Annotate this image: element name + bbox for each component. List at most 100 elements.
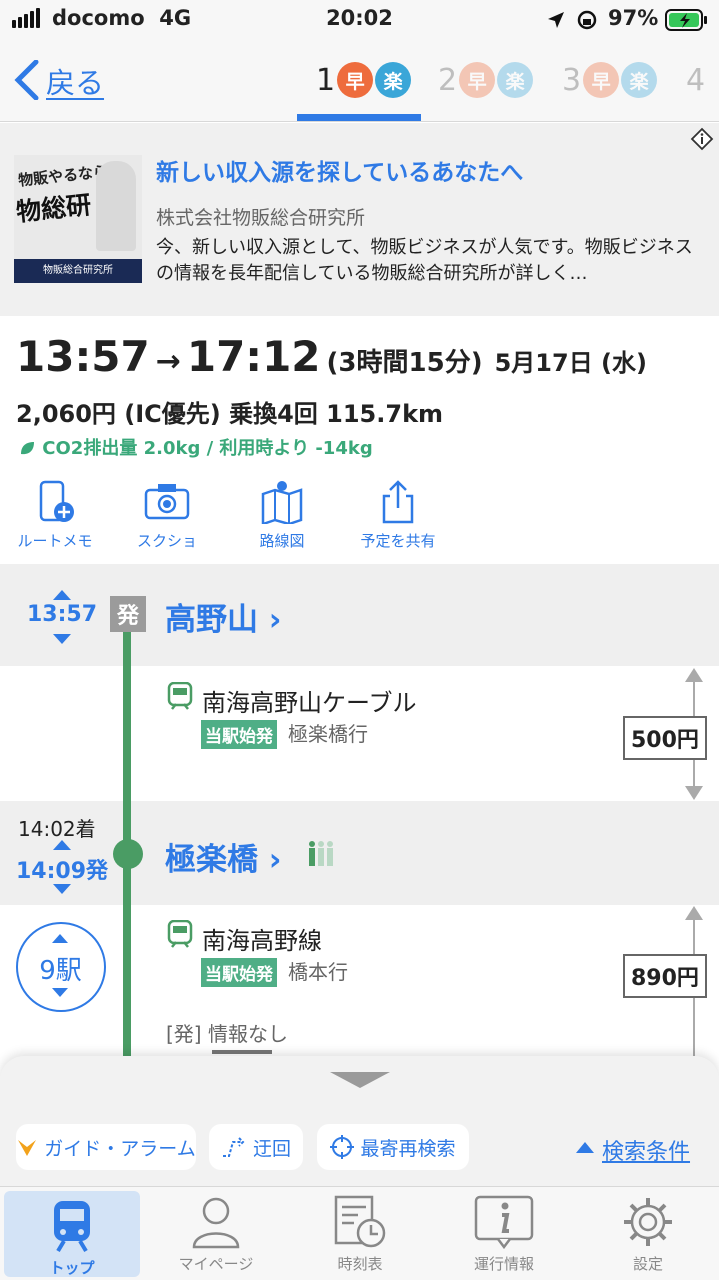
departure-time[interactable]: 14:09発 [12,853,112,885]
origin-tag: 当駅始発 [201,958,277,987]
departure-info: [発] 情報なし [166,1022,288,1046]
earlier-arrow-icon[interactable] [53,590,71,600]
expand-down-icon [52,988,68,997]
route-memo-button[interactable]: ルートメモ [0,480,110,551]
expand-up-icon [52,934,68,943]
timetable-icon [334,1195,386,1248]
fare-summary: 2,060円 (IC優先) 乗換4回 115.7km [16,400,444,428]
fare-range-bottom-icon [685,786,703,800]
tab-bar: トップ マイページ 時刻表 運行情報 設定 [0,1186,719,1280]
fast-badge: 早 [459,62,496,98]
share-schedule-button[interactable]: 予定を共有 [343,480,453,551]
rotation-lock-icon [577,10,597,30]
route-tab-number: 4 [686,62,706,98]
gear-icon [624,1198,672,1246]
route-tab-2[interactable]: 2 早 楽 [438,60,534,100]
back-chevron-icon[interactable] [14,60,40,100]
search-conditions-link[interactable]: 検索条件 [602,1134,690,1166]
route-tab-1[interactable]: 1 早 楽 [316,60,412,100]
fast-badge: 早 [337,62,374,98]
camera-icon [144,484,190,520]
ad-info-icon[interactable] [690,127,714,151]
ad-banner[interactable]: 物販やるなら 物総研 物販総合研究所 新しい収入源を探しているあなたへ 株式会社… [0,123,719,316]
tab-timetable[interactable]: 時刻表 [288,1187,432,1280]
later-arrow-icon[interactable] [53,884,71,894]
destination: 橋本行 [288,960,348,984]
guide-alarm-button[interactable]: ガイド・アラーム [16,1124,196,1170]
train-name[interactable]: 南海高野山ケーブル [202,683,417,718]
detour-button[interactable]: 迂回 [209,1124,303,1170]
ad-image-text: 物総研 [14,190,93,227]
platform-position-icon[interactable] [307,840,335,868]
route-tab-number: 2 [438,62,458,98]
easy-badge: 楽 [621,62,658,98]
easy-badge: 楽 [497,62,534,98]
co2-summary: CO2排出量 2.0kg / 利用時より -14kg [18,434,373,460]
battery-icon [665,9,707,31]
sheet-handle-icon[interactable] [330,1072,390,1090]
fare-box: 500円 [623,716,707,760]
leg-row-koya-line[interactable] [0,905,719,1056]
location-icon [548,12,564,28]
route-line [123,610,131,1060]
time-summary: 13:57 → 17:12 (3時間15分) 5月17日 (水) [16,332,647,381]
person-icon [192,1197,240,1249]
easy-badge: 楽 [375,62,412,98]
stop-time[interactable]: 13:57 [12,602,112,627]
train-icon [167,920,193,948]
origin-tag: 当駅始発 [201,720,277,749]
tab-mypage[interactable]: マイページ [144,1187,288,1280]
transfer-dot [113,839,143,869]
route-map-button[interactable]: 路線図 [227,480,337,551]
arrow: → [155,344,181,379]
later-arrow-icon[interactable] [53,634,71,644]
duration: (3時間15分) [326,348,483,378]
back-button[interactable]: 戻る [46,60,104,102]
depart-tag: 発 [110,596,146,632]
caret-up-icon [576,1142,594,1153]
status-bar: docomo 4G 20:02 97% [0,0,719,40]
tab-settings[interactable]: 設定 [576,1187,719,1280]
station-count: 9駅 [39,956,82,986]
map-icon [261,481,303,524]
ad-image[interactable]: 物販やるなら 物総研 物販総合研究所 [14,155,142,283]
nearest-research-button[interactable]: 最寄再検索 [317,1124,469,1170]
route-summary: 13:57 → 17:12 (3時間15分) 5月17日 (水) 2,060円 … [0,316,719,564]
crosshair-icon [330,1135,355,1159]
detour-icon [222,1137,245,1157]
date: 5月17日 (水) [494,349,647,377]
battery-percent: 97% [608,6,659,30]
route-tab-number: 1 [316,62,336,98]
ad-person-figure [96,161,136,251]
route-tab-number: 3 [562,62,582,98]
route-tab-4[interactable]: 4 [686,60,705,100]
share-icon [382,480,414,524]
fare-box: 890円 [623,954,707,998]
ad-description: 今、新しい収入源として、物販ビジネスが人気です。物販ビジネスの情報を長年配信して… [156,237,693,284]
screenshot-button[interactable]: スクショ [112,480,222,551]
train-icon [54,1201,90,1253]
earlier-arrow-icon[interactable] [53,840,71,850]
depart-time: 13:57 [16,332,150,381]
ad-title[interactable]: 新しい収入源を探しているあなたへ [156,153,523,187]
station-count-button[interactable]: 9駅 [16,922,106,1012]
fast-badge: 早 [583,62,620,98]
bottom-sheet: ガイド・アラーム 迂回 最寄再検索 検索条件 [0,1056,719,1186]
leaf-icon [21,442,34,455]
station-koyasan[interactable]: 高野山 › [165,594,282,639]
destination: 極楽橋行 [288,722,368,746]
info-underline [212,1050,272,1054]
arrive-time: 17:12 [186,332,321,381]
ad-image-text: 物販総合研究所 [14,259,142,283]
route-tab-3[interactable]: 3 早 楽 [562,60,658,100]
active-tab-indicator [297,114,421,121]
info-icon [474,1195,534,1249]
tab-top[interactable]: トップ [4,1191,140,1277]
alarm-arrow-icon [18,1140,37,1156]
station-gokurakubashi[interactable]: 極楽橋 › [165,834,282,879]
tab-service-info[interactable]: 運行情報 [432,1187,576,1280]
train-name[interactable]: 南海高野線 [202,921,322,956]
phone-plus-icon [39,480,74,522]
ad-company: 株式会社物販総合研究所 [156,207,366,229]
route-nav-bar: 戻る 1 早 楽 2 早 楽 3 早 楽 4 [0,40,719,122]
